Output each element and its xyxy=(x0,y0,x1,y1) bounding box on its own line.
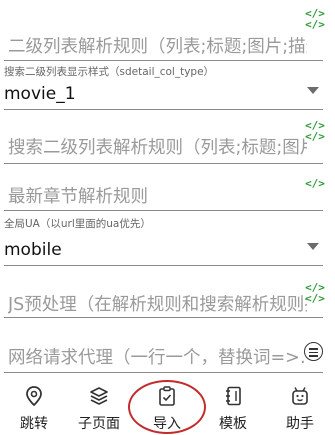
search-list-style-value[interactable]: movie_1 xyxy=(4,84,76,104)
code-editor-icon[interactable]: </> </> xyxy=(304,8,326,30)
tab-jump-label: 跳转 xyxy=(20,416,48,432)
list-menu-icon[interactable] xyxy=(304,342,323,361)
robot-icon xyxy=(292,387,308,405)
search-list-style-label: 搜索二级列表显示样式（sdetail_col_type） xyxy=(4,66,215,78)
tab-jump[interactable]: 跳转 xyxy=(4,377,64,435)
chevron-down-icon[interactable] xyxy=(307,87,319,94)
code-editor-icon[interactable]: </> </> xyxy=(304,282,326,304)
tab-subpage-label: 子页面 xyxy=(78,416,120,432)
global-ua-label: 全局UA（以url里面的ua优先） xyxy=(4,218,151,230)
global-ua-value[interactable]: mobile xyxy=(4,240,62,260)
tab-subpage[interactable]: 子页面 xyxy=(69,377,129,435)
notebook-icon xyxy=(226,386,241,406)
second-level-list-rule-placeholder: 二级列表解析规则（列表;标题;图片;描述;… xyxy=(8,37,307,57)
chevron-down-icon[interactable] xyxy=(307,243,319,250)
latest-chapter-rule-placeholder: 最新章节解析规则 xyxy=(8,187,148,207)
network-proxy-placeholder: 网络请求代理（一行一个，替换词=>… xyxy=(8,348,307,368)
tab-template-label: 模板 xyxy=(219,416,247,432)
tab-assistant[interactable]: 助手 xyxy=(270,377,330,435)
js-preprocess-placeholder: JS预处理（在解析规则和搜索解析规则执… xyxy=(8,295,307,315)
code-editor-icon[interactable]: </> xyxy=(304,178,326,189)
layers-icon xyxy=(90,387,108,405)
search-second-level-rule-placeholder: 搜索二级列表解析规则（列表;标题;图片;描… xyxy=(8,138,307,158)
code-editor-icon[interactable]: </> </> xyxy=(304,120,326,142)
tab-assistant-label: 助手 xyxy=(286,416,314,432)
bottom-navigation: 跳转 子页面 导入 模板 助手 xyxy=(0,377,335,435)
tab-template[interactable]: 模板 xyxy=(203,377,263,435)
tab-import[interactable]: 导入 xyxy=(137,377,197,435)
tab-import-label: 导入 xyxy=(153,416,181,432)
location-pin-icon xyxy=(26,386,42,406)
clipboard-check-icon xyxy=(159,386,175,406)
